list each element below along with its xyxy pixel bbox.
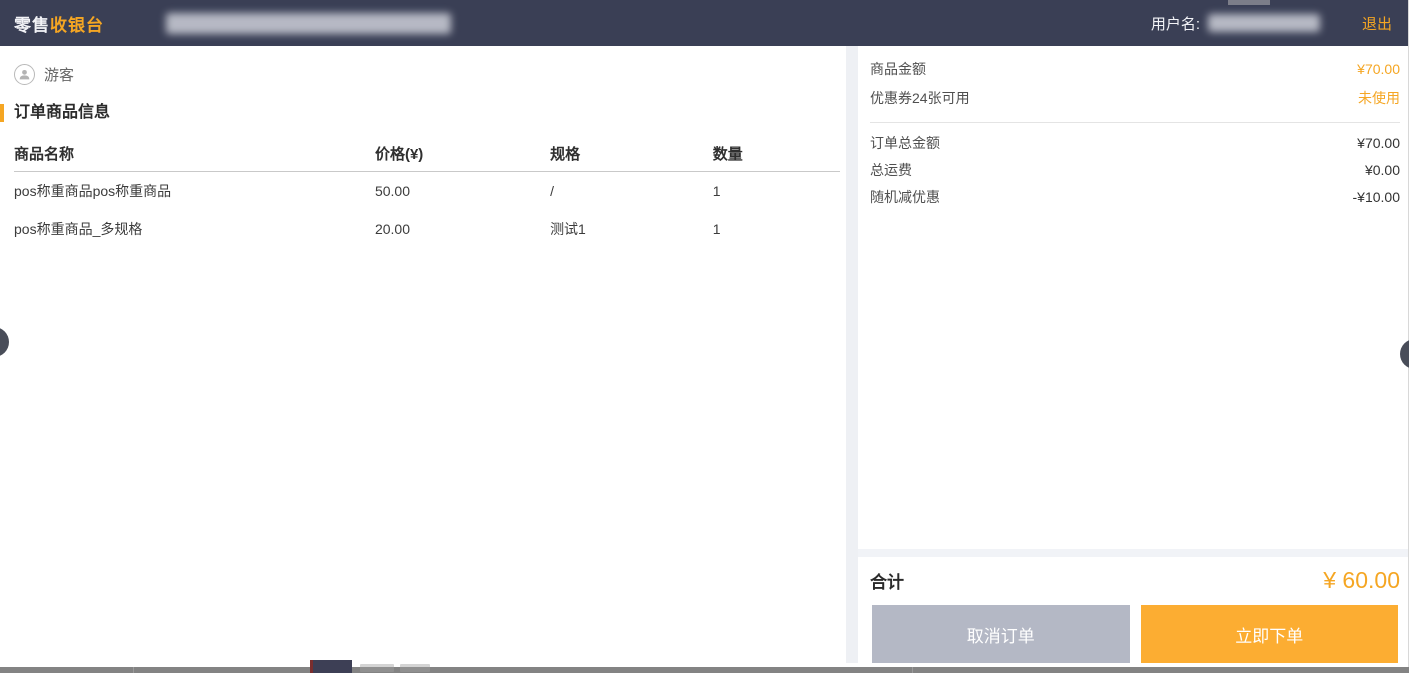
cell-price: 20.00 [375, 221, 550, 237]
goods-amount-row: 商品金额 ¥70.00 [870, 54, 1400, 83]
submit-order-button[interactable]: 立即下单 [1141, 605, 1399, 663]
brand-suffix: 收银台 [50, 16, 104, 35]
column-header-spec: 规格 [550, 143, 713, 164]
username-label: 用户名: [1151, 13, 1200, 34]
shipping-value: ¥0.00 [1365, 162, 1400, 178]
table-header-row: 商品名称 价格(¥) 规格 数量 [14, 136, 840, 172]
background-artifact [1228, 0, 1270, 5]
cell-price: 50.00 [375, 183, 550, 199]
column-header-qty: 数量 [713, 143, 840, 164]
order-summary-panel: 商品金额 ¥70.00 优惠券24张可用 未使用 订单总金额 ¥70.00 总运… [858, 46, 1408, 663]
order-total-row: 订单总金额 ¥70.00 [870, 129, 1400, 156]
person-icon [14, 64, 35, 85]
coupon-row[interactable]: 优惠券24张可用 未使用 [870, 83, 1400, 112]
taskbar-thumbnail [310, 660, 352, 673]
store-name-blurred [166, 13, 451, 34]
shipping-label: 总运费 [870, 160, 912, 180]
brand-prefix: 零售 [14, 16, 50, 35]
cell-product-name: pos称重商品pos称重商品 [14, 181, 375, 201]
column-header-name: 商品名称 [14, 143, 375, 164]
customer-name: 游客 [44, 64, 74, 85]
table-row[interactable]: pos称重商品pos称重商品 50.00 / 1 [14, 172, 840, 210]
order-total-value: ¥70.00 [1357, 135, 1400, 151]
products-table: 商品名称 价格(¥) 规格 数量 pos称重商品pos称重商品 50.00 / … [14, 136, 840, 248]
taskbar-label-blur [360, 664, 394, 672]
coupon-status-value[interactable]: 未使用 [1358, 88, 1400, 108]
top-header: 零售收银台 用户名: 退出 [0, 0, 1408, 46]
brand-logo: 零售收银台 [14, 11, 104, 36]
logout-button[interactable]: 退出 [1362, 13, 1392, 34]
section-title: 订单商品信息 [0, 104, 846, 122]
total-row: 合计 ¥ 60.00 [870, 557, 1400, 603]
taskbar-label-blur [400, 664, 430, 672]
customer-row[interactable]: 游客 [14, 62, 846, 86]
total-amount: ¥ 60.00 [1323, 567, 1400, 594]
discount-label: 随机减优惠 [870, 187, 940, 207]
order-products-panel: 游客 订单商品信息 商品名称 价格(¥) 规格 数量 pos称重商品pos称重商… [0, 46, 846, 663]
discount-row: 随机减优惠 -¥10.00 [870, 183, 1400, 210]
goods-amount-value: ¥70.00 [1357, 61, 1400, 77]
cell-qty: 1 [713, 221, 840, 237]
panel-divider [846, 46, 858, 663]
username-blurred [1208, 14, 1320, 32]
taskbar-strip [0, 667, 1409, 673]
total-label: 合计 [870, 568, 904, 593]
table-row[interactable]: pos称重商品_多规格 20.00 测试1 1 [14, 210, 840, 248]
goods-amount-label: 商品金额 [870, 59, 926, 79]
taskbar-separator [912, 667, 913, 673]
action-buttons: 取消订单 立即下单 [872, 605, 1398, 663]
column-header-price: 价格(¥) [375, 143, 550, 164]
order-total-label: 订单总金额 [870, 133, 940, 153]
cell-spec: / [550, 183, 713, 199]
discount-value: -¥10.00 [1353, 189, 1400, 205]
cancel-order-button[interactable]: 取消订单 [872, 605, 1130, 663]
divider-line [870, 122, 1400, 123]
taskbar-separator [133, 667, 134, 673]
cell-product-name: pos称重商品_多规格 [14, 219, 375, 239]
summary-spacer [870, 210, 1400, 549]
shipping-row: 总运费 ¥0.00 [870, 156, 1400, 183]
pos-app-window: 零售收银台 用户名: 退出 游客 订单商品信息 商品名称 [0, 0, 1409, 673]
cell-spec: 测试1 [550, 219, 713, 239]
coupon-label: 优惠券24张可用 [870, 88, 970, 108]
cell-qty: 1 [713, 183, 840, 199]
total-section-divider [858, 549, 1408, 557]
main-content: 游客 订单商品信息 商品名称 价格(¥) 规格 数量 pos称重商品pos称重商… [0, 46, 1408, 663]
